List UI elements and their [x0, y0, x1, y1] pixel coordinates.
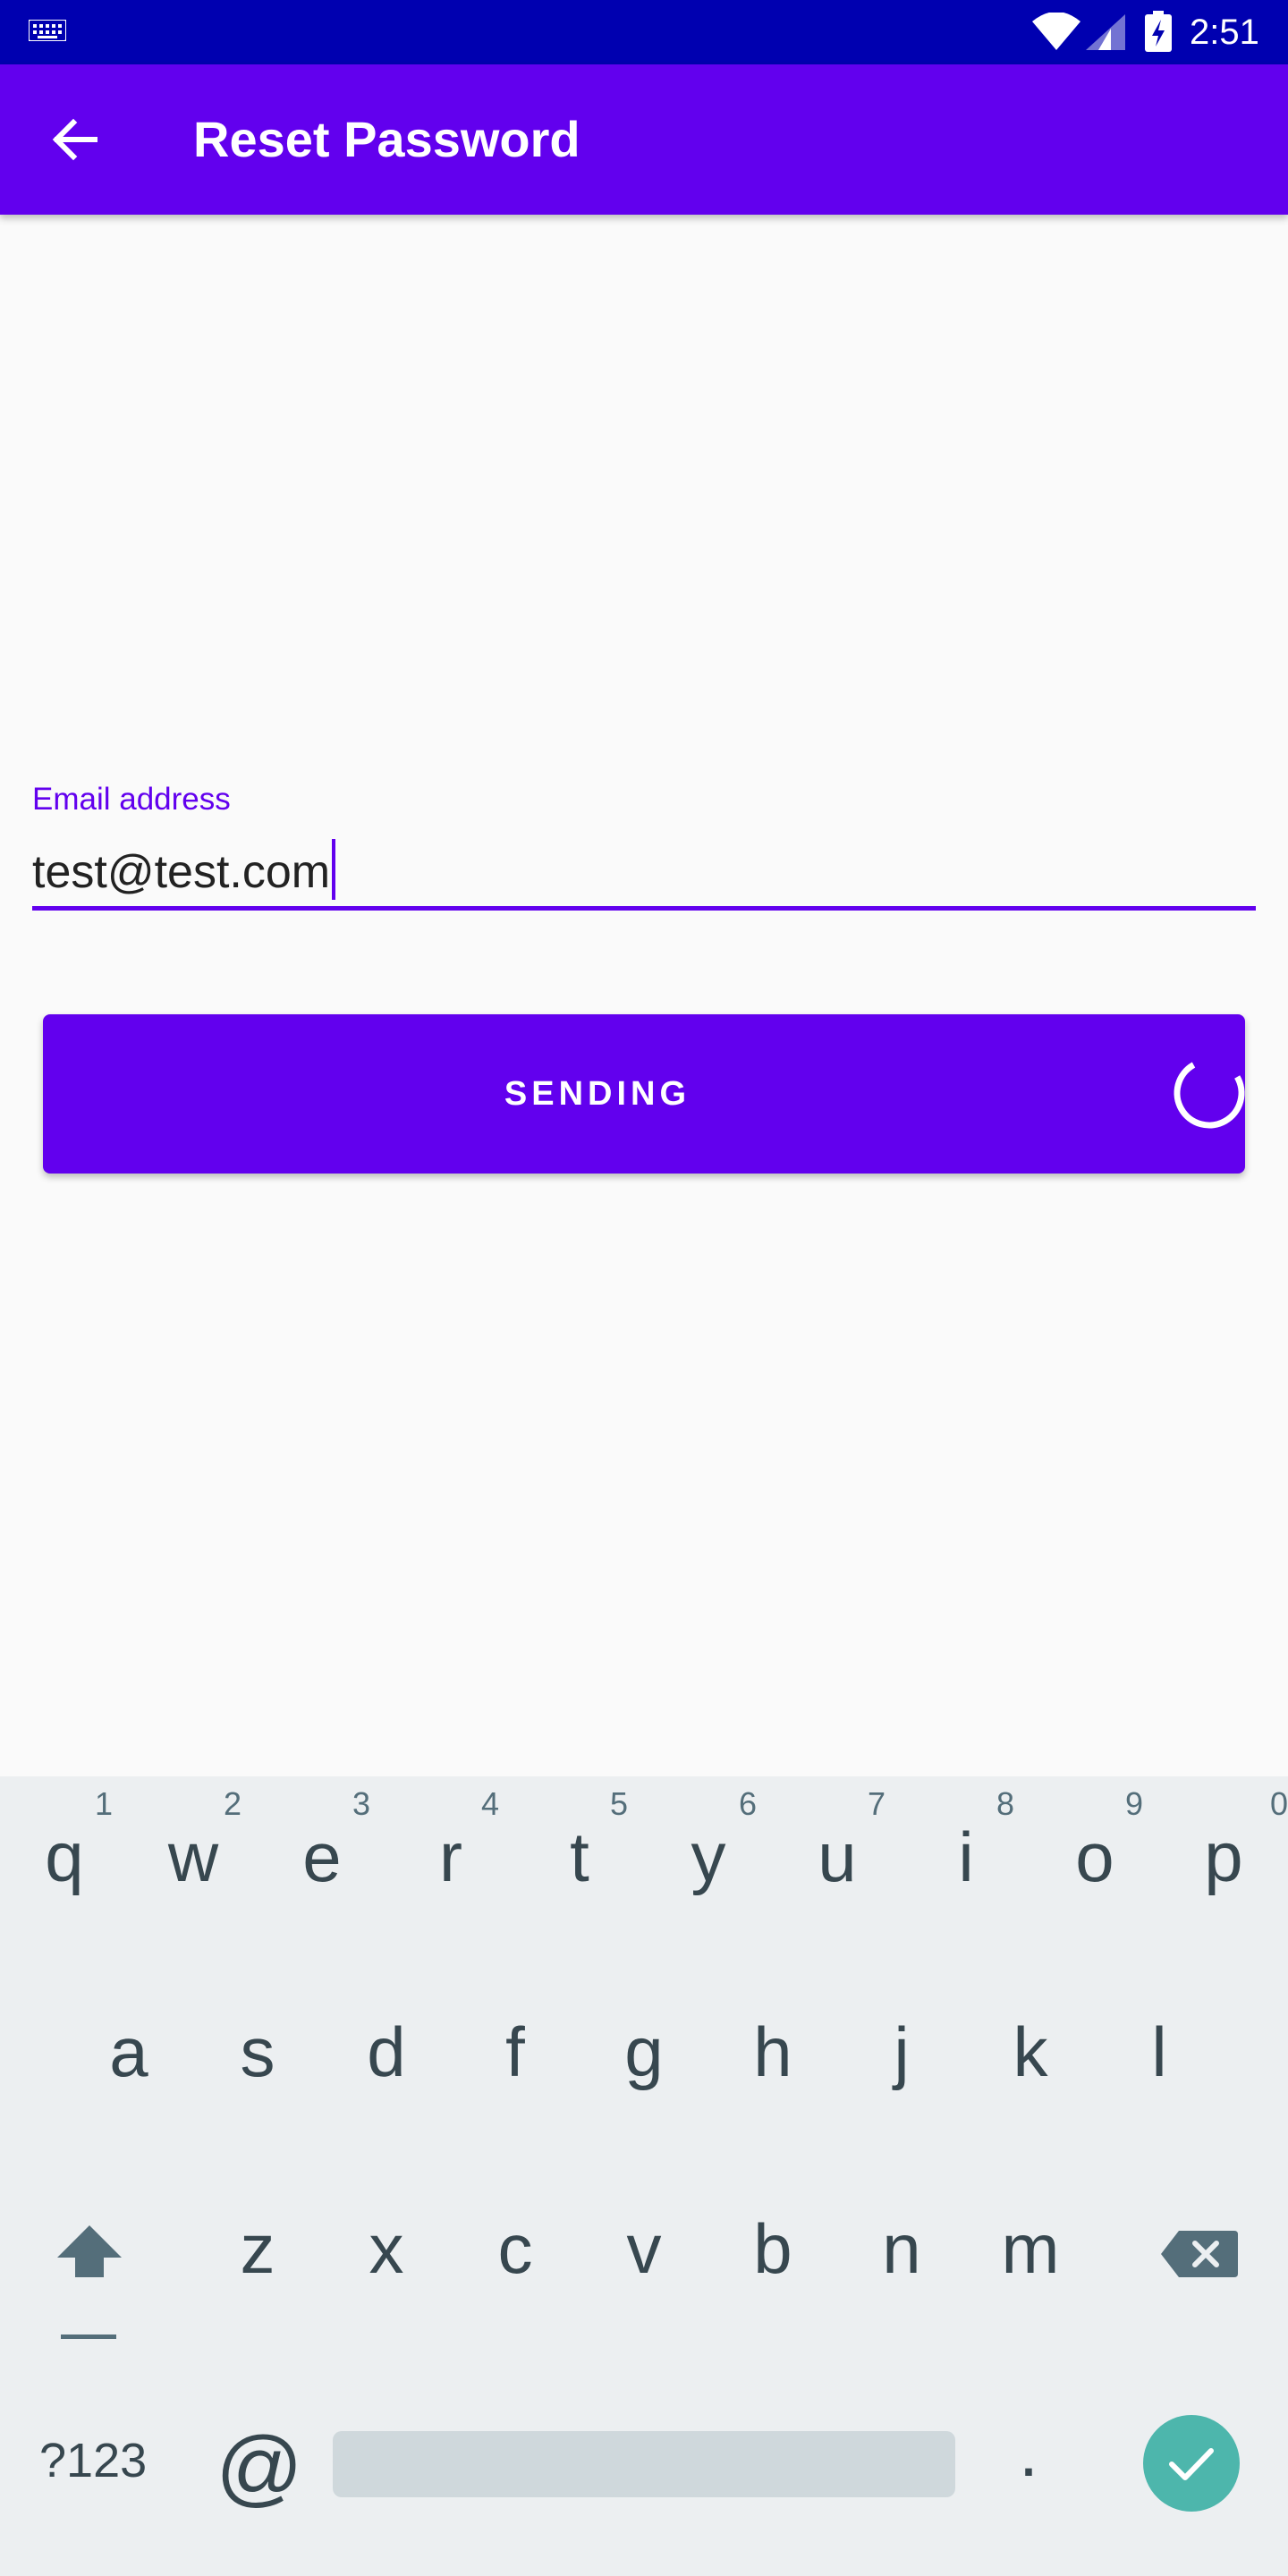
- backspace-key[interactable]: [1159, 2227, 1240, 2290]
- key-label: s: [240, 2012, 275, 2091]
- key-label: e: [302, 1818, 342, 1896]
- soft-keyboard: 1q 2w 3e 4r 5t 6y 7u 8i 9o 0p a s d f g …: [0, 1776, 1288, 2576]
- key-w[interactable]: 2w: [129, 1776, 258, 1955]
- shift-key[interactable]: [50, 2225, 129, 2360]
- key-e[interactable]: 3e: [258, 1776, 386, 1955]
- symbols-key[interactable]: ?123: [39, 2420, 156, 2501]
- email-field-value: test@test.com: [32, 846, 331, 898]
- key-y[interactable]: 6y: [644, 1776, 773, 1955]
- text-cursor: [332, 839, 336, 900]
- key-i[interactable]: 8i: [902, 1776, 1030, 1955]
- key-d[interactable]: d: [322, 1971, 451, 2150]
- key-label: l: [1151, 2012, 1167, 2091]
- key-label: j: [894, 2012, 910, 2091]
- key-label: p: [1204, 1818, 1243, 1896]
- key-c[interactable]: c: [451, 2168, 580, 2347]
- key-label: r: [439, 1818, 462, 1896]
- key-label: b: [753, 2209, 792, 2288]
- key-label: t: [570, 1818, 589, 1896]
- app-bar: Reset Password: [0, 64, 1288, 215]
- email-field[interactable]: test@test.com: [32, 834, 1256, 911]
- key-u[interactable]: 7u: [773, 1776, 902, 1955]
- key-label: a: [109, 2012, 148, 2091]
- key-p[interactable]: 0p: [1159, 1776, 1288, 1955]
- key-o[interactable]: 9o: [1030, 1776, 1159, 1955]
- key-z[interactable]: z: [193, 2168, 322, 2347]
- key-label: o: [1075, 1818, 1114, 1896]
- sending-button-label: SENDING: [504, 1075, 691, 1113]
- key-l[interactable]: l: [1095, 1971, 1224, 2150]
- key-h[interactable]: h: [708, 1971, 837, 2150]
- key-label: k: [1013, 2012, 1048, 2091]
- done-key[interactable]: [1143, 2415, 1240, 2512]
- key-label: c: [497, 2209, 533, 2288]
- progress-spinner-icon: [1168, 1052, 1250, 1139]
- key-label: f: [505, 2012, 525, 2091]
- key-label: u: [818, 1818, 857, 1896]
- key-b[interactable]: b: [708, 2168, 837, 2347]
- key-label: g: [624, 2012, 664, 2091]
- key-a[interactable]: a: [64, 1971, 193, 2150]
- key-label: d: [367, 2012, 406, 2091]
- arrow-back-icon: [36, 118, 114, 182]
- key-k[interactable]: k: [966, 1971, 1095, 2150]
- backspace-icon: [1159, 2231, 1240, 2284]
- period-key[interactable]: .: [993, 2402, 1064, 2501]
- at-key[interactable]: @: [215, 2419, 304, 2517]
- key-q[interactable]: 1q: [0, 1776, 129, 1955]
- key-label: q: [45, 1818, 84, 1896]
- key-label: z: [240, 2209, 275, 2288]
- sending-button[interactable]: SENDING: [43, 1014, 1245, 1174]
- key-label: h: [753, 2012, 792, 2091]
- email-field-label: Email address: [32, 782, 231, 817]
- key-label: n: [882, 2209, 921, 2288]
- key-label: m: [1001, 2209, 1060, 2288]
- keyboard-icon: [28, 19, 67, 46]
- signal-icon: [1084, 13, 1127, 56]
- shift-icon: [50, 2225, 129, 2363]
- key-r[interactable]: 4r: [386, 1776, 515, 1955]
- back-button[interactable]: [36, 100, 114, 179]
- key-g[interactable]: g: [580, 1971, 708, 2150]
- key-v[interactable]: v: [580, 2168, 708, 2347]
- key-m[interactable]: m: [966, 2168, 1095, 2347]
- key-f[interactable]: f: [451, 1971, 580, 2150]
- key-label: x: [369, 2209, 404, 2288]
- spacebar[interactable]: [333, 2431, 955, 2497]
- key-label: v: [626, 2209, 662, 2288]
- key-label: y: [691, 1818, 726, 1896]
- key-label: w: [167, 1818, 219, 1896]
- key-j[interactable]: j: [837, 1971, 966, 2150]
- status-bar: 2:51: [0, 0, 1288, 64]
- key-x[interactable]: x: [322, 2168, 451, 2347]
- status-time: 2:51: [1190, 13, 1259, 52]
- key-s[interactable]: s: [193, 1971, 322, 2150]
- key-t[interactable]: 5t: [515, 1776, 644, 1955]
- page-title: Reset Password: [193, 111, 580, 167]
- wifi-icon: [1032, 12, 1080, 56]
- key-n[interactable]: n: [837, 2168, 966, 2347]
- battery-charging-icon: [1145, 11, 1172, 56]
- key-label: i: [958, 1818, 974, 1896]
